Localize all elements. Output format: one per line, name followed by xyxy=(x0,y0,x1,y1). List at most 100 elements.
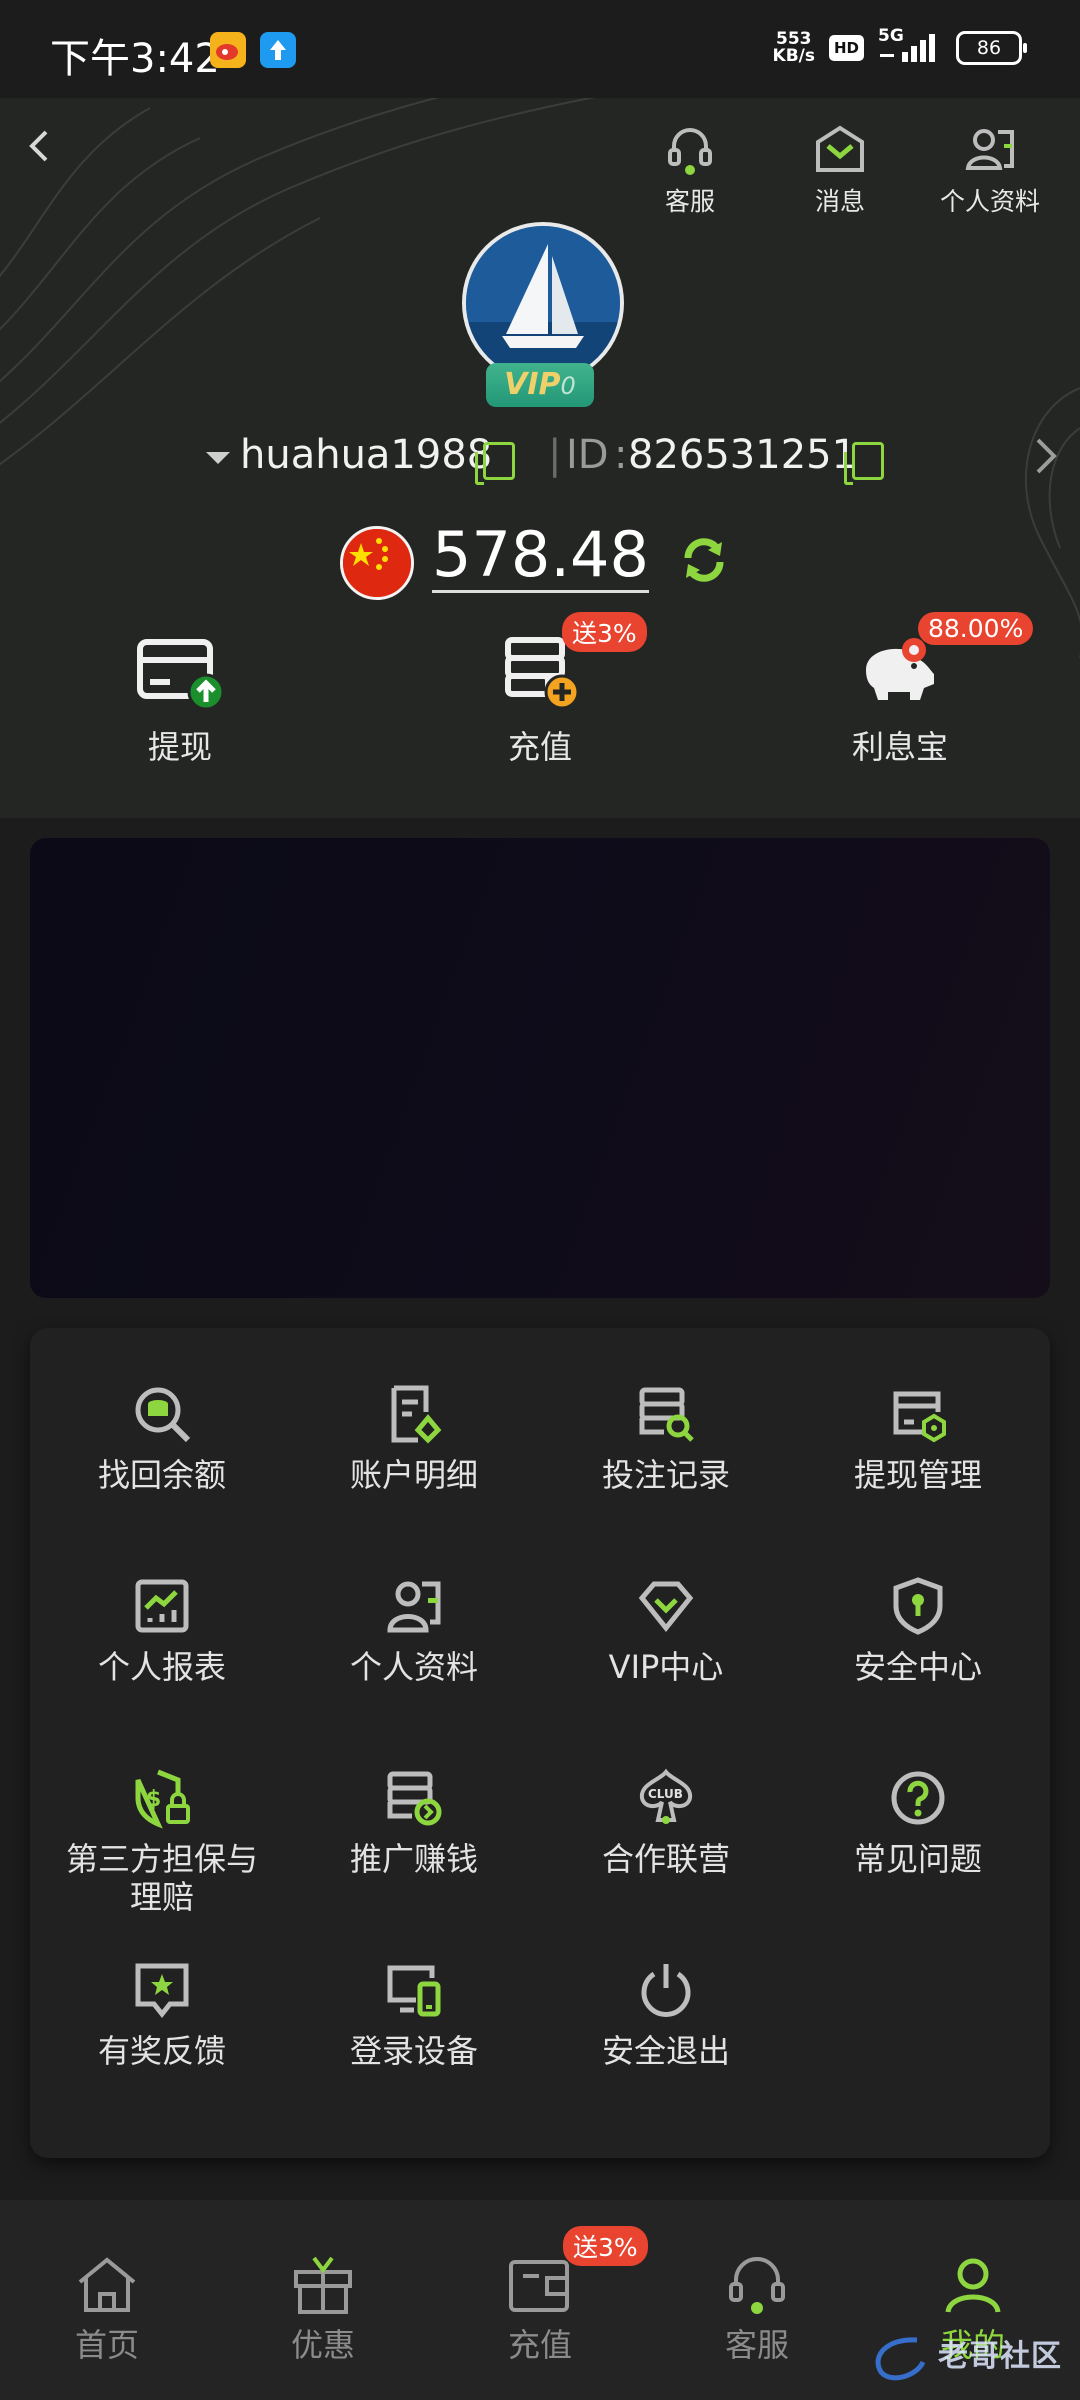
menu-item-club[interactable]: CLUB 合作联营 xyxy=(540,1766,792,1878)
home-icon xyxy=(78,2257,136,2312)
menu-label: 账户明细 xyxy=(349,1456,478,1494)
question-icon xyxy=(891,1771,945,1825)
avatar[interactable] xyxy=(462,222,624,384)
action-label: 充值 xyxy=(507,728,572,766)
menu-item-withdraw-manage[interactable]: 提现管理 xyxy=(792,1382,1044,1494)
copy-id-icon[interactable] xyxy=(844,442,884,485)
net-speed: 553 KB/s xyxy=(772,29,815,66)
menu-item-report[interactable]: 个人报表 xyxy=(36,1574,288,1686)
china-flag-icon xyxy=(340,526,414,600)
menu-item-security-center[interactable]: 安全中心 xyxy=(792,1574,1044,1686)
hd-badge: HD xyxy=(828,35,864,61)
menu-item-faq[interactable]: 常见问题 xyxy=(792,1766,1044,1878)
messages-button[interactable]: 消息 xyxy=(775,122,905,218)
menu-label: 登录设备 xyxy=(349,2032,478,2070)
nav-deposit[interactable]: 充值 送3% xyxy=(465,2226,648,2366)
promo-banner[interactable] xyxy=(30,838,1050,1298)
deposit-button[interactable]: 充值 送3% xyxy=(440,612,647,768)
gift-icon xyxy=(294,2256,352,2314)
account-detail-icon xyxy=(391,1385,442,1444)
nav-promo-badge: 送3% xyxy=(563,2226,648,2266)
user-id: 826531251 xyxy=(628,432,858,478)
menu-label: 推广赚钱 xyxy=(349,1840,478,1878)
status-bar: 下午3:42 553 KB/s HD 5G 86 xyxy=(0,0,1080,98)
back-button[interactable] xyxy=(20,126,60,166)
menu-item-bet-record[interactable]: 投注记录 xyxy=(540,1382,792,1494)
watermark: 老哥社区 xyxy=(867,2331,1062,2383)
nav-label: 首页 xyxy=(74,2326,139,2364)
nav-home[interactable]: 首页 xyxy=(32,2252,182,2366)
dragon-logo-icon xyxy=(875,2337,925,2381)
nav-label: 客服 xyxy=(724,2326,789,2364)
menu-label: 个人报表 xyxy=(97,1648,226,1686)
report-icon xyxy=(135,1579,189,1633)
headset-icon xyxy=(729,2257,785,2314)
menu-item-account-detail[interactable]: 账户明细 xyxy=(288,1382,540,1494)
menu-label: 安全退出 xyxy=(601,2032,730,2070)
menu-label: 合作联营 xyxy=(601,1840,730,1878)
signal-icon: 5G xyxy=(878,26,942,66)
refresh-icon[interactable] xyxy=(678,534,730,586)
caret-down-icon[interactable] xyxy=(206,450,230,466)
menu-label: 有奖反馈 xyxy=(97,2032,226,2070)
username-row: huahua1988 | ID : 826531251 xyxy=(0,428,1080,488)
menu-item-recover-balance[interactable]: 找回余额 xyxy=(36,1382,288,1494)
user-card-icon xyxy=(965,129,1014,170)
menu-item-logout[interactable]: 安全退出 xyxy=(540,1958,792,2070)
status-right: 553 KB/s HD 5G 86 xyxy=(772,26,1027,66)
vip-center-icon xyxy=(638,1581,694,1633)
menu-item-vip-center[interactable]: VIP中心 xyxy=(540,1574,792,1686)
menu-label: 安全中心 xyxy=(853,1648,982,1686)
menu-label: 提现管理 xyxy=(853,1456,982,1494)
balance-amount: 578.48 xyxy=(432,518,649,593)
menu-label: VIP中心 xyxy=(608,1648,724,1686)
nav-offers[interactable]: 优惠 xyxy=(248,2252,398,2366)
top-action-label: 客服 xyxy=(664,187,715,216)
chevron-left-icon xyxy=(29,130,48,162)
menu-label: 投注记录 xyxy=(601,1456,730,1494)
recover-balance-icon xyxy=(135,1387,191,1443)
bet-record-icon xyxy=(639,1387,694,1442)
nav-service[interactable]: 客服 xyxy=(682,2252,832,2366)
svg-text:CLUB: CLUB xyxy=(648,1787,683,1801)
promote-icon xyxy=(387,1771,442,1826)
headset-icon xyxy=(668,128,712,175)
menu-item-profile[interactable]: 个人资料 xyxy=(288,1574,540,1686)
username: huahua1988 xyxy=(240,432,493,478)
nav-label: 优惠 xyxy=(290,2326,355,2364)
menu-item-promote[interactable]: 推广赚钱 xyxy=(288,1766,540,1878)
menu-label: 找回余额 xyxy=(97,1456,226,1494)
menu-label: 个人资料 xyxy=(349,1648,478,1686)
devices-icon xyxy=(387,1965,441,2017)
customer-service-button[interactable]: 客服 xyxy=(625,122,755,218)
menu-item-devices[interactable]: 登录设备 xyxy=(288,1958,540,2070)
menu-label: 常见问题 xyxy=(853,1840,982,1878)
menu-label: 第三方担保与理赔 xyxy=(65,1840,258,1916)
vip-badge: VIP0 xyxy=(486,363,594,407)
withdraw-manage-icon xyxy=(893,1391,946,1443)
battery-indicator: 86 xyxy=(956,31,1027,65)
status-time: 下午3:42 xyxy=(50,36,220,82)
rate-badge: 88.00% xyxy=(918,612,1034,645)
copy-username-icon[interactable] xyxy=(475,442,515,485)
svg-text:$: $ xyxy=(146,1787,161,1812)
id-colon: : xyxy=(614,432,628,478)
menu-item-guarantee[interactable]: $ 第三方担保与理赔 xyxy=(36,1766,288,1916)
profile-icon xyxy=(387,1581,441,1633)
upload-app-icon xyxy=(260,32,296,68)
interest-button[interactable]: 利息宝 88.00% xyxy=(800,612,1034,768)
withdraw-button[interactable]: 提现 xyxy=(80,630,280,768)
id-label: ID xyxy=(566,432,609,478)
top-action-label: 消息 xyxy=(814,187,865,216)
chevron-right-icon[interactable] xyxy=(1030,436,1060,476)
action-label: 利息宝 xyxy=(851,728,948,766)
shield-icon xyxy=(893,1577,943,1635)
sailboat-image xyxy=(466,226,620,380)
top-action-label: 个人资料 xyxy=(939,187,1040,216)
profile-button[interactable]: 个人资料 xyxy=(925,122,1055,218)
power-icon xyxy=(641,1964,691,2017)
wallet-icon xyxy=(509,2260,569,2312)
divider: | xyxy=(548,432,562,478)
menu-item-feedback[interactable]: 有奖反馈 xyxy=(36,1958,288,2070)
feedback-icon xyxy=(135,1963,189,2019)
